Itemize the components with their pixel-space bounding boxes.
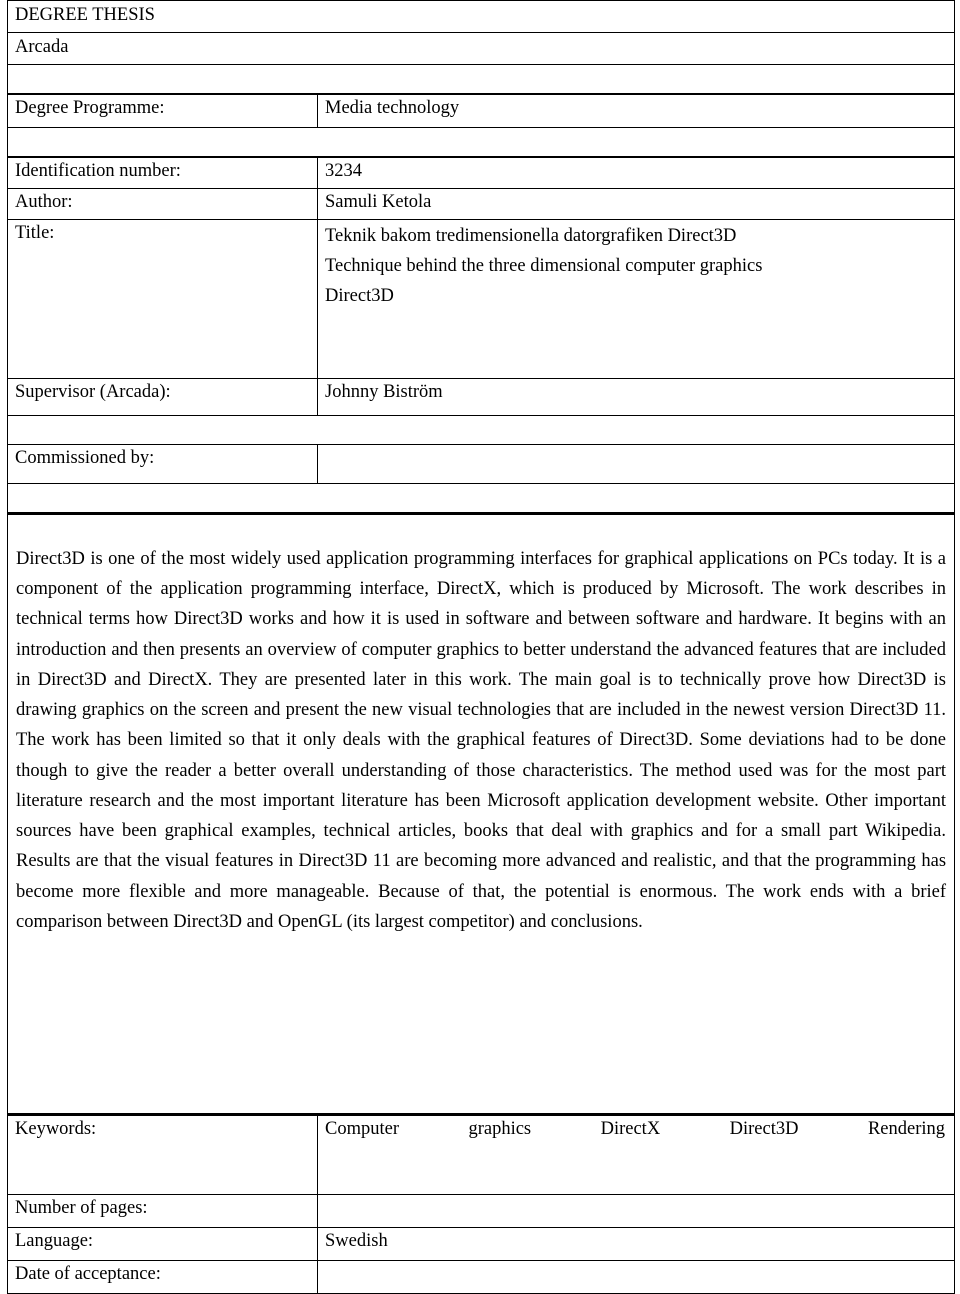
- table-row-language: Language: Swedish: [7, 1227, 956, 1261]
- language-label: Language:: [15, 1231, 94, 1251]
- keywords-value-cell: Computer graphics DirectX Direct3D Rende…: [316, 1114, 956, 1195]
- title-line-3: Direct3D: [325, 285, 394, 306]
- title-value-cell: Teknik bakom tredimensionella datorgrafi…: [316, 219, 956, 379]
- spacer-cell-4: [6, 483, 956, 514]
- table-row-date-of-acceptance: Date of acceptance:: [7, 1260, 956, 1294]
- degree-thesis-heading-cell: DEGREE THESIS: [6, 0, 956, 33]
- degree-programme-value: Media technology: [325, 98, 460, 118]
- thesis-abstract-page: DEGREE THESIS Arcada Degree Programme: M…: [0, 0, 960, 1294]
- commissioned-by-label: Commissioned by:: [15, 448, 155, 468]
- degree-programme-label-cell: Degree Programme:: [7, 93, 318, 128]
- abstract-cell: Direct3D is one of the most widely used …: [6, 512, 956, 1116]
- number-of-pages-value-cell: [316, 1194, 956, 1228]
- table-row-author: Author: Samuli Ketola: [7, 188, 956, 220]
- keywords-label-cell: Keywords:: [7, 1114, 318, 1195]
- language-value-cell: Swedish: [316, 1227, 956, 1261]
- spacer-cell-3: [6, 415, 956, 445]
- abstract-text: Direct3D is one of the most widely used …: [16, 549, 947, 932]
- table-row-commissioned-by: Commissioned by:: [7, 444, 956, 484]
- language-value: Swedish: [325, 1231, 388, 1251]
- author-value-cell: Samuli Ketola: [316, 188, 956, 220]
- title-line-2: Technique behind the three dimensional c…: [325, 255, 763, 276]
- number-of-pages-label-cell: Number of pages:: [7, 1194, 318, 1228]
- commissioned-by-value-cell: [316, 444, 956, 484]
- identification-number-value-cell: 3234: [316, 156, 956, 189]
- table-row-title: Title: Teknik bakom tredimensionella dat…: [7, 219, 956, 379]
- table-row-spacer-1: [6, 64, 956, 95]
- number-of-pages-label: Number of pages:: [15, 1198, 148, 1218]
- date-of-acceptance-label: Date of acceptance:: [15, 1264, 161, 1284]
- spacer-cell-2: [6, 127, 956, 158]
- identification-number-label-cell: Identification number:: [7, 156, 318, 189]
- title-label-cell: Title:: [7, 219, 318, 379]
- date-of-acceptance-label-cell: Date of acceptance:: [7, 1260, 318, 1294]
- supervisor-label: Supervisor (Arcada):: [15, 382, 171, 402]
- identification-number-label: Identification number:: [15, 161, 181, 181]
- author-value: Samuli Ketola: [325, 192, 432, 212]
- table-row-keywords: Keywords: Computer graphics DirectX Dire…: [7, 1114, 956, 1195]
- table-row-spacer-2: [6, 127, 956, 158]
- title-line-1: Teknik bakom tredimensionella datorgrafi…: [325, 226, 737, 246]
- title-label: Title:: [15, 223, 55, 243]
- table-row-identification-number: Identification number: 3234: [7, 156, 956, 189]
- supervisor-value: Johnny Biström: [325, 382, 443, 402]
- table-row-institution: Arcada: [6, 32, 956, 65]
- author-label-cell: Author:: [7, 188, 318, 220]
- supervisor-label-cell: Supervisor (Arcada):: [7, 378, 318, 416]
- table-row-supervisor: Supervisor (Arcada): Johnny Biström: [7, 378, 956, 416]
- institution-cell: Arcada: [6, 32, 956, 65]
- table-row-number-of-pages: Number of pages:: [7, 1194, 956, 1228]
- table-row-abstract: Direct3D is one of the most widely used …: [6, 512, 956, 1116]
- institution-name: Arcada: [15, 37, 69, 57]
- keywords-value: Computer graphics DirectX Direct3D Rende…: [325, 1119, 946, 1139]
- table-row-spacer-4: [6, 483, 956, 514]
- table-row-degree-programme: Degree Programme: Media technology: [7, 93, 956, 128]
- language-label-cell: Language:: [7, 1227, 318, 1261]
- page-title: DEGREE THESIS: [15, 5, 155, 25]
- supervisor-value-cell: Johnny Biström: [316, 378, 956, 416]
- date-of-acceptance-value-cell: [316, 1260, 956, 1294]
- keywords-label: Keywords:: [15, 1119, 97, 1139]
- identification-number-value: 3234: [325, 161, 362, 181]
- commissioned-by-label-cell: Commissioned by:: [7, 444, 318, 484]
- author-label: Author:: [15, 192, 73, 212]
- degree-programme-value-cell: Media technology: [316, 93, 956, 128]
- thesis-metadata-table: DEGREE THESIS Arcada Degree Programme: M…: [6, 0, 956, 1294]
- spacer-cell-1: [6, 64, 956, 95]
- table-row-degree-thesis-heading: DEGREE THESIS: [6, 0, 956, 33]
- degree-programme-label: Degree Programme:: [15, 98, 165, 118]
- table-row-spacer-3: [6, 415, 956, 445]
